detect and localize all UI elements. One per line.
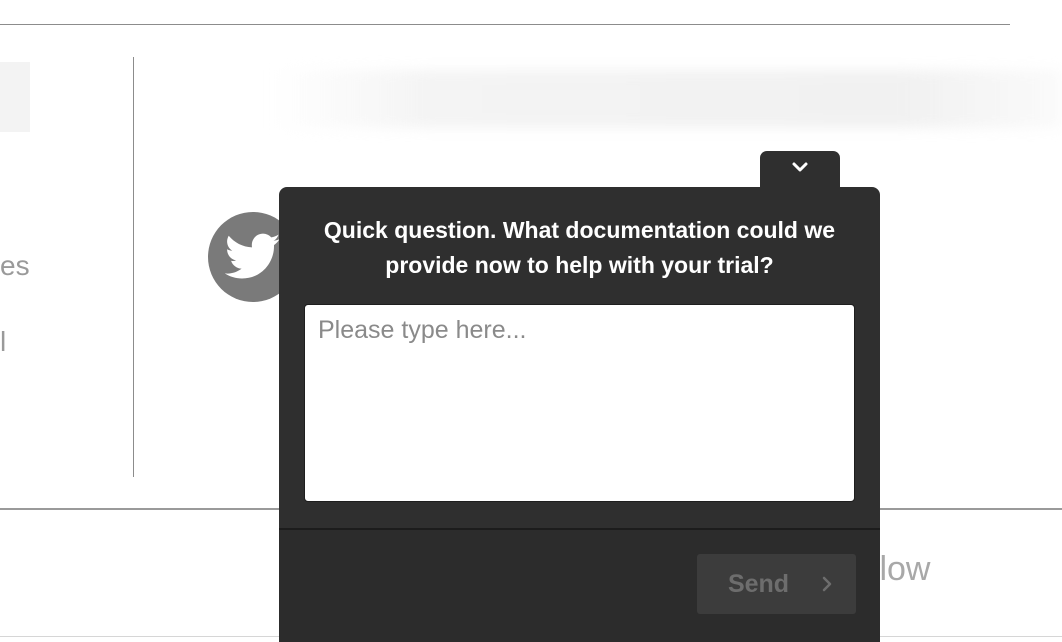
page: es l flow Quick question. What documenta… [0, 0, 1062, 642]
left-panel-shade [0, 62, 30, 132]
feedback-input[interactable] [304, 304, 855, 502]
left-column-text-2: l [0, 328, 6, 356]
chevron-down-icon [792, 162, 808, 172]
send-button[interactable]: Send [697, 554, 856, 614]
send-button-label: Send [727, 569, 790, 598]
collapse-widget-button[interactable] [760, 151, 840, 191]
twitter-icon [225, 233, 281, 279]
left-column-text: es [0, 250, 30, 281]
top-divider [0, 24, 1010, 25]
faded-banner [270, 70, 1062, 128]
feedback-widget: Quick question. What documentation could… [279, 187, 880, 642]
widget-question: Quick question. What documentation could… [323, 217, 836, 278]
chevron-right-icon [821, 575, 833, 593]
vertical-divider [133, 57, 134, 477]
